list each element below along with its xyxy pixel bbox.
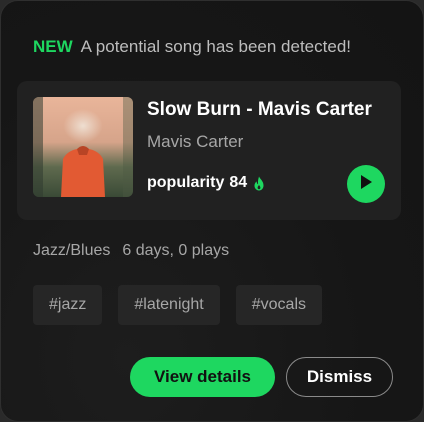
tag-chip[interactable]: #vocals xyxy=(235,285,322,325)
view-details-button[interactable]: View details xyxy=(130,357,275,397)
song-detection-card: NEW A potential song has been detected! xyxy=(0,0,424,422)
tag-chip[interactable]: #jazz xyxy=(33,285,103,325)
dismiss-button[interactable]: Dismiss xyxy=(286,357,393,397)
genre-label: Jazz/Blues xyxy=(33,242,111,259)
popularity-label: popularity xyxy=(147,174,225,191)
song-title: Slow Burn - Mavis Carter xyxy=(147,99,372,120)
popularity-indicator: popularity 84 xyxy=(147,174,265,192)
play-button[interactable] xyxy=(347,165,385,203)
song-meta: Jazz/Blues 6 days, 0 plays xyxy=(33,242,229,260)
tag-chip[interactable]: #latenight xyxy=(118,285,220,325)
flame-icon xyxy=(253,176,265,191)
stats-label: 6 days, 0 plays xyxy=(122,242,230,259)
notification-message: A potential song has been detected! xyxy=(80,37,351,56)
play-icon xyxy=(359,174,373,195)
new-badge: NEW xyxy=(33,37,73,56)
song-card: Slow Burn - Mavis Carter Mavis Carter po… xyxy=(17,81,401,220)
tag-list: #jazz #latenight #vocals xyxy=(33,285,322,325)
album-art xyxy=(33,97,133,197)
popularity-value: 84 xyxy=(229,174,248,191)
notification-headline: NEW A potential song has been detected! xyxy=(33,37,351,57)
song-artist: Mavis Carter xyxy=(147,132,244,151)
